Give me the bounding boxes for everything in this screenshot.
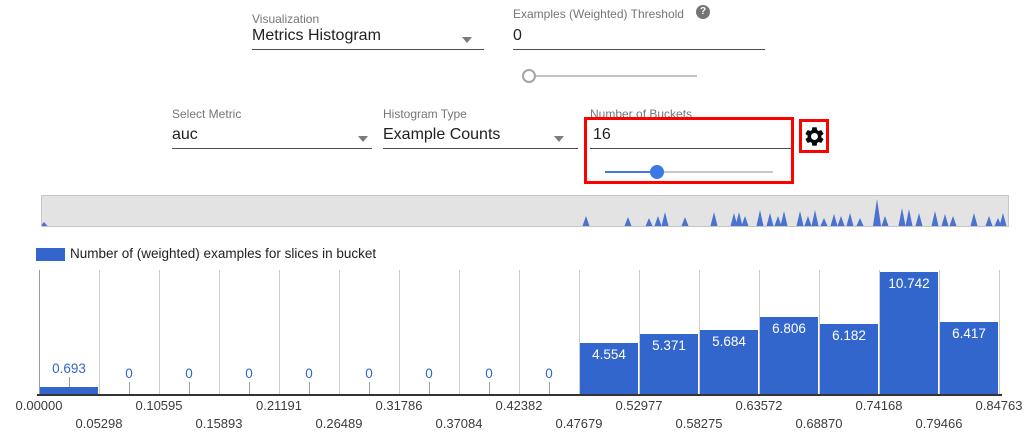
x-tick-label: 0.68870 [784, 416, 854, 431]
chart-gridline [999, 270, 1000, 395]
x-tick-label: 0.47679 [544, 416, 614, 431]
annotation-stem [69, 377, 70, 387]
x-tick-label: 0.42382 [484, 398, 554, 413]
bar-annotation: 5.684 [700, 334, 758, 349]
x-tick-label: 0.15893 [184, 416, 254, 431]
bar-annotation: 6.806 [760, 321, 818, 336]
x-tick-label: 0.10595 [124, 398, 194, 413]
x-tick-label: 0.37084 [424, 416, 494, 431]
bar-annotation: 6.417 [940, 326, 998, 341]
metrics-histogram-chart: 0.00000 0.05298 0.10595 0.15893 0.21191 0.264… [0, 0, 1024, 432]
x-tick-label: 0.52977 [604, 398, 674, 413]
x-tick-label: 0.31786 [364, 398, 434, 413]
x-tick-label: 0.58275 [664, 416, 734, 431]
bar-annotation: 10.742 [880, 276, 938, 291]
bar-annotation: 5.371 [640, 338, 698, 353]
x-tick-label: 0.26489 [304, 416, 374, 431]
x-tick-label: 0.05298 [64, 416, 134, 431]
bar-annotation: 6.182 [820, 328, 878, 343]
x-tick-label: 0.79466 [904, 416, 974, 431]
x-axis-line [37, 394, 1002, 396]
chart-gridline [39, 270, 40, 395]
metrics-histogram-view: Visualization Metrics Histogram Examples… [0, 0, 1024, 432]
x-tick-label: 0.00000 [4, 398, 74, 413]
x-tick-label: 0.63572 [724, 398, 794, 413]
x-tick-label: 0.84763 [964, 398, 1024, 413]
bar-annotation: 0 [514, 366, 584, 381]
x-tick-label: 0.21191 [244, 398, 314, 413]
bar-annotation: 4.554 [580, 347, 638, 362]
x-tick-label: 0.74168 [844, 398, 914, 413]
